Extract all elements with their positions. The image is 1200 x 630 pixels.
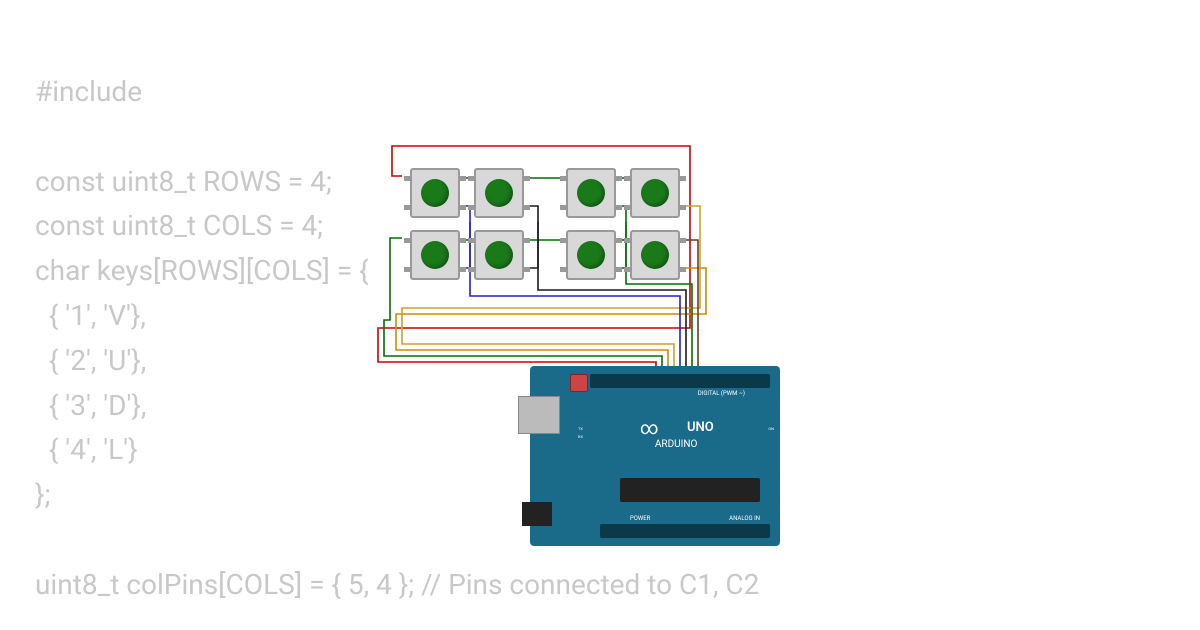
on-led-label: ON [768,426,774,431]
arduino-brand-label: ARDUINO [655,439,697,450]
rx-label: RX [578,434,583,439]
push-button [474,230,524,280]
push-button [410,230,460,280]
infinity-icon: ∞ [640,418,659,439]
push-button [474,168,524,218]
usb-port [518,396,560,434]
power-label: POWER [630,515,650,522]
atmega-chip [620,478,760,502]
power-jack [522,502,552,526]
board-logo: ∞ UNO ARDUINO [640,418,714,450]
push-button [630,230,680,280]
push-button [566,168,616,218]
digital-pin-header [590,374,770,388]
digital-label: DIGITAL (PWM ~) [698,390,745,397]
push-button [566,230,616,280]
arduino-uno-board: ∞ UNO ARDUINO DIGITAL (PWM ~) POWER ANAL… [530,366,780,546]
push-button [630,168,680,218]
tx-label: TX [578,426,583,431]
circuit-diagram: ∞ UNO ARDUINO DIGITAL (PWM ~) POWER ANAL… [370,140,800,560]
reset-button [570,374,588,392]
uno-label: UNO [687,420,714,435]
power-analog-header [600,524,770,538]
analog-label: ANALOG IN [729,515,760,522]
push-button [410,168,460,218]
